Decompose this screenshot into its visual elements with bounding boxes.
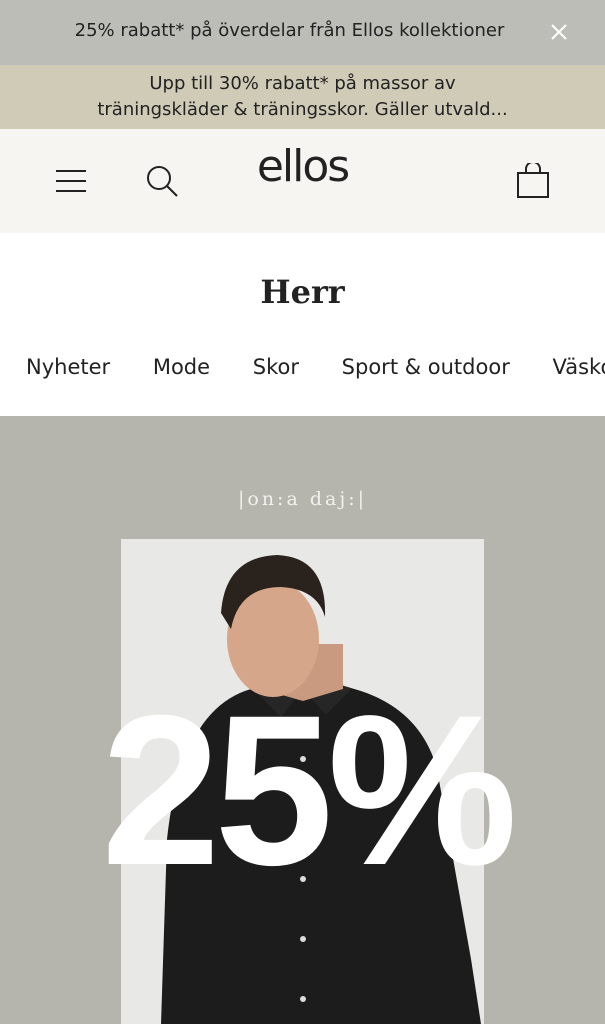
nav-item-mode[interactable]: Mode (153, 355, 210, 379)
nav-item-nyheter[interactable]: Nyheter (26, 355, 110, 379)
hero-brand-logo: |on:a daj:| (237, 488, 368, 510)
promo-banner-line1: Upp till 30% rabatt* på massor av (149, 73, 456, 94)
nav-item-vaskor[interactable]: Väskor (553, 355, 605, 379)
site-header: ellos (0, 129, 605, 233)
page-title: Herr (260, 273, 345, 311)
promo-banner-line2: träningskläder & träningsskor. Gäller ut… (97, 99, 508, 120)
close-icon[interactable] (549, 22, 569, 42)
hero-discount-text: 25% (101, 671, 517, 910)
nav-item-skor[interactable]: Skor (253, 355, 299, 379)
category-section: Herr Nyheter Mode Skor Sport & outdoor V… (0, 233, 605, 416)
top-banner[interactable]: 25% rabatt* på överdelar från Ellos koll… (0, 0, 605, 65)
category-nav: Nyheter Mode Skor Sport & outdoor Väskor (26, 355, 605, 379)
top-banner-text[interactable]: 25% rabatt* på överdelar från Ellos koll… (0, 20, 605, 41)
ellos-logo[interactable]: ellos (0, 141, 605, 192)
nav-item-sport-outdoor[interactable]: Sport & outdoor (342, 355, 510, 379)
promo-banner[interactable]: Upp till 30% rabatt* på massor av tränin… (0, 65, 605, 129)
hero-banner[interactable]: |on:a daj:| 25% (0, 416, 605, 1024)
shopping-bag-icon[interactable] (516, 163, 550, 199)
